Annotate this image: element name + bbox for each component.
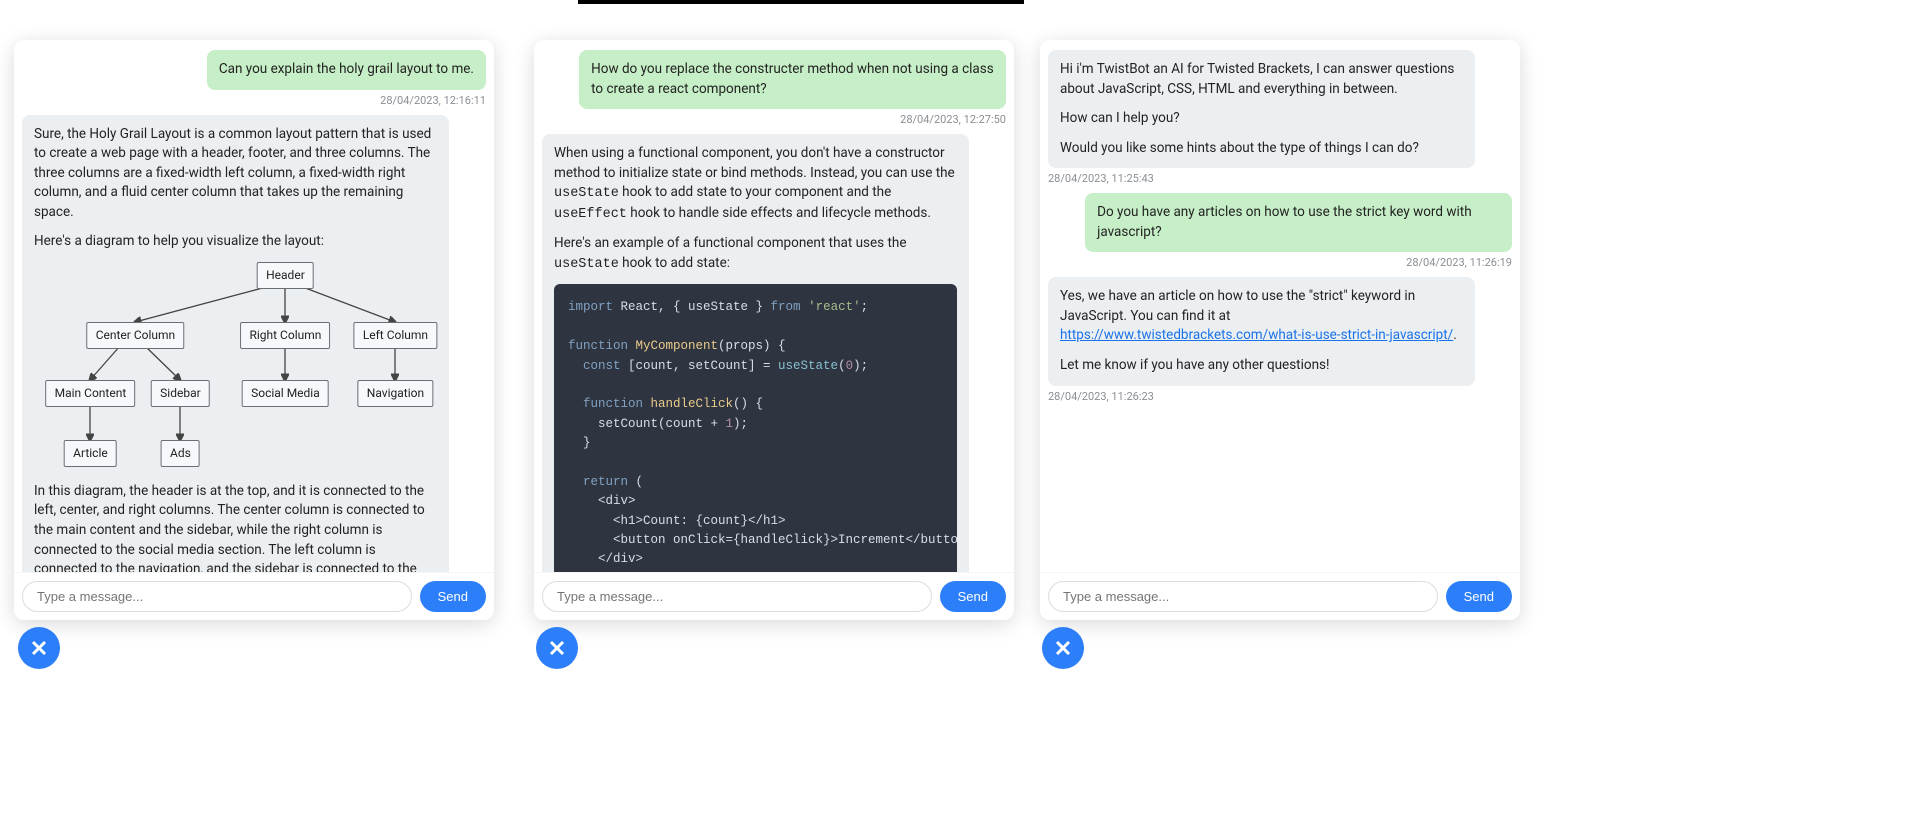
- composer: Send: [14, 572, 494, 620]
- chat-panel-2: How do you replace the constructer metho…: [534, 40, 1014, 620]
- send-button[interactable]: Send: [420, 581, 486, 612]
- bot-paragraph: In this diagram, the header is at the to…: [34, 482, 437, 572]
- article-link[interactable]: https://www.twistedbrackets.com/what-is-…: [1060, 327, 1453, 343]
- bot-paragraph: Yes, we have an article on how to use th…: [1060, 287, 1463, 346]
- diagram-node-right: Right Column: [240, 322, 330, 349]
- diagram-node-nav: Navigation: [358, 380, 433, 407]
- diagram-node-article: Article: [64, 440, 117, 467]
- send-button[interactable]: Send: [940, 581, 1006, 612]
- divider: [578, 0, 1024, 4]
- timestamp: 28/04/2023, 11:25:43: [1048, 171, 1154, 187]
- close-icon: [548, 639, 566, 657]
- user-bubble: How do you replace the constructer metho…: [579, 50, 1006, 109]
- composer: Send: [534, 572, 1014, 620]
- message-input[interactable]: [22, 581, 412, 612]
- bot-paragraph: Here's a diagram to help you visualize t…: [34, 232, 437, 252]
- diagram-node-left: Left Column: [354, 322, 437, 349]
- message-input[interactable]: [1048, 581, 1438, 612]
- message-list[interactable]: How do you replace the constructer metho…: [534, 40, 1014, 572]
- close-button[interactable]: [1042, 627, 1084, 669]
- timestamp: 28/04/2023, 11:26:19: [1406, 255, 1512, 271]
- user-bubble: Do you have any articles on how to use t…: [1085, 193, 1512, 252]
- send-button[interactable]: Send: [1446, 581, 1512, 612]
- bot-paragraph: Would you like some hints about the type…: [1060, 139, 1463, 159]
- user-message: Can you explain the holy grail layout to…: [22, 50, 486, 109]
- diagram-node-sidebar: Sidebar: [151, 380, 210, 407]
- bot-bubble: Hi i'm TwistBot an AI for Twisted Bracke…: [1048, 50, 1475, 168]
- bot-paragraph: Let me know if you have any other questi…: [1060, 356, 1463, 376]
- timestamp: 28/04/2023, 11:26:23: [1048, 389, 1154, 405]
- close-icon: [30, 639, 48, 657]
- bot-message: When using a functional component, you d…: [542, 134, 1006, 572]
- timestamp: 28/04/2023, 12:16:11: [380, 93, 486, 109]
- diagram-node-header: Header: [257, 262, 314, 289]
- code-block[interactable]: import React, { useState } from 'react';…: [554, 284, 957, 572]
- bot-paragraph: Sure, the Holy Grail Layout is a common …: [34, 125, 437, 223]
- bot-message: Hi i'm TwistBot an AI for Twisted Bracke…: [1048, 50, 1512, 187]
- diagram-node-main: Main Content: [46, 380, 136, 407]
- chat-panel-3: Hi i'm TwistBot an AI for Twisted Bracke…: [1040, 40, 1520, 620]
- bot-paragraph: Hi i'm TwistBot an AI for Twisted Bracke…: [1060, 60, 1463, 99]
- timestamp: 28/04/2023, 12:27:50: [900, 112, 1006, 128]
- message-input[interactable]: [542, 581, 932, 612]
- diagram-node-social: Social Media: [242, 380, 329, 407]
- chat-panel-1: Can you explain the holy grail layout to…: [14, 40, 494, 620]
- bot-paragraph: How can I help you?: [1060, 109, 1463, 129]
- bot-paragraph: Here's an example of a functional compon…: [554, 234, 957, 274]
- diagram: Header Center Column Right Column Left C…: [35, 262, 435, 472]
- user-message: Do you have any articles on how to use t…: [1048, 193, 1512, 271]
- message-list[interactable]: Can you explain the holy grail layout to…: [14, 40, 494, 572]
- user-message: How do you replace the constructer metho…: [542, 50, 1006, 128]
- message-list[interactable]: Hi i'm TwistBot an AI for Twisted Bracke…: [1040, 40, 1520, 572]
- user-bubble: Can you explain the holy grail layout to…: [207, 50, 486, 90]
- diagram-node-center: Center Column: [87, 322, 184, 349]
- bot-bubble: Yes, we have an article on how to use th…: [1048, 277, 1475, 385]
- bot-message: Sure, the Holy Grail Layout is a common …: [22, 115, 486, 573]
- bot-message: Yes, we have an article on how to use th…: [1048, 277, 1512, 404]
- close-button[interactable]: [18, 627, 60, 669]
- close-button[interactable]: [536, 627, 578, 669]
- diagram-node-ads: Ads: [161, 440, 200, 467]
- bot-bubble: Sure, the Holy Grail Layout is a common …: [22, 115, 449, 573]
- close-icon: [1054, 639, 1072, 657]
- bot-bubble: When using a functional component, you d…: [542, 134, 969, 572]
- composer: Send: [1040, 572, 1520, 620]
- bot-paragraph: When using a functional component, you d…: [554, 144, 957, 224]
